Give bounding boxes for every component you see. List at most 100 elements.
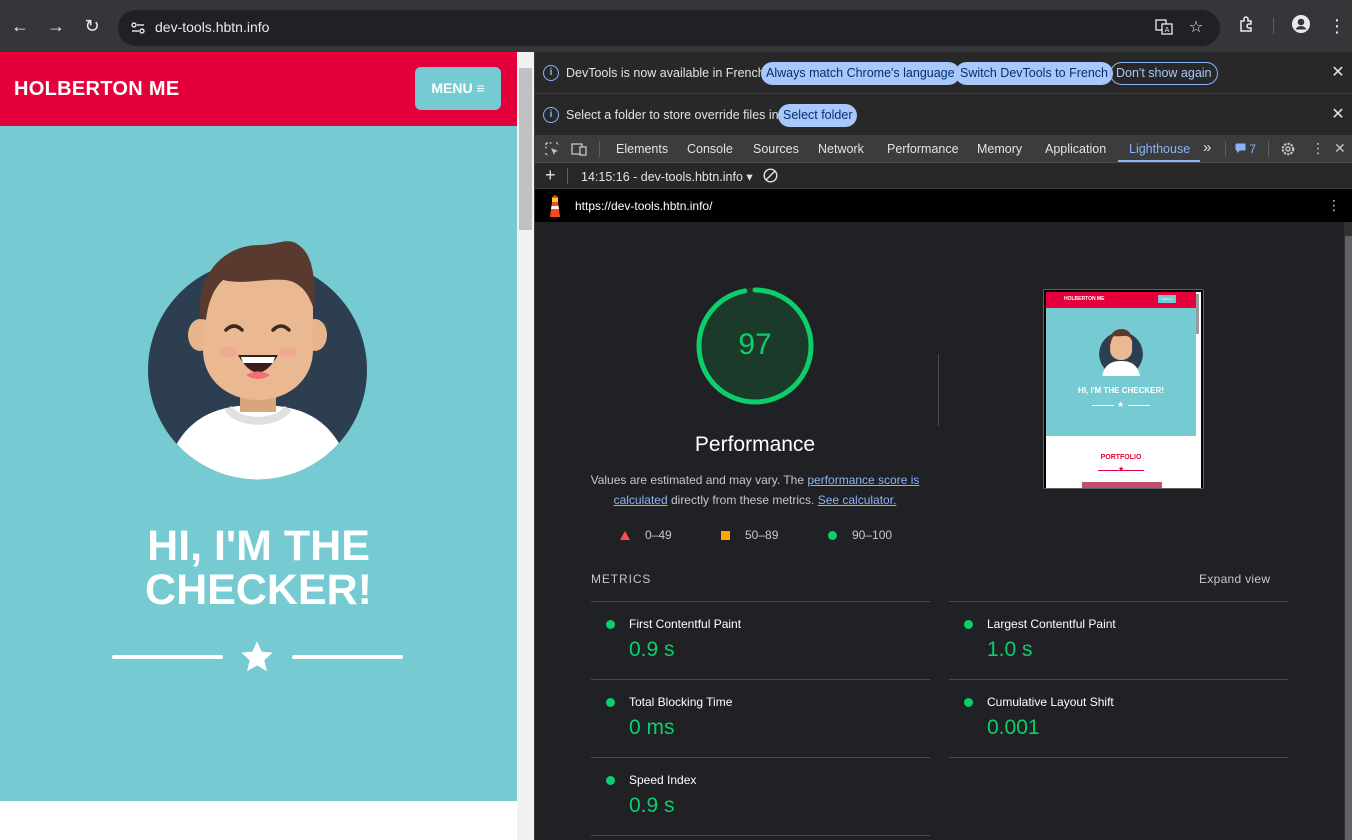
- thumbnail-page: HOLBERTON ME MENU ≡ HI, I'M THE CHECKER!…: [1046, 292, 1201, 488]
- thumbnail-hero-title: HI, I'M THE CHECKER!: [1078, 386, 1164, 395]
- language-infobar: i DevTools is now available in French! A…: [535, 52, 1352, 94]
- lighthouse-report: 97 Performance Values are estimated and …: [535, 222, 1352, 840]
- thumbnail-card: [1082, 482, 1162, 488]
- page-next-section: [0, 801, 517, 840]
- address-bar[interactable]: dev-tools.hbtn.info A ☆: [118, 10, 1220, 46]
- close-icon[interactable]: ✕: [1329, 64, 1347, 82]
- clear-reports-icon[interactable]: [763, 168, 778, 183]
- hero-title-line-2: CHECKER!: [145, 566, 372, 614]
- category-title: Performance: [694, 433, 816, 456]
- message-icon: [1235, 143, 1246, 153]
- hero-title-line-1: HI, I'M THE: [147, 522, 370, 570]
- profile-avatar-icon[interactable]: [1289, 14, 1313, 38]
- more-tabs-chevron-icon[interactable]: »: [1203, 139, 1211, 156]
- thumbnail-avatar: [1099, 329, 1143, 376]
- performance-description: Values are estimated and may vary. The p…: [585, 470, 925, 510]
- extensions-icon[interactable]: [1235, 14, 1259, 38]
- thumbnail-section-title: PORTFOLIO: [1100, 454, 1142, 461]
- legend-pass: 90–100: [852, 528, 893, 542]
- report-selector[interactable]: 14:15:16 - dev-tools.hbtn.info ▾: [581, 169, 753, 184]
- tab-application[interactable]: Application: [1045, 142, 1106, 156]
- active-tab-indicator: [1118, 160, 1200, 162]
- thumbnail-divider: [1092, 405, 1114, 406]
- metric-divider: [591, 757, 930, 758]
- tab-network[interactable]: Network: [818, 142, 864, 156]
- menu-button[interactable]: MENU ≡: [415, 67, 501, 110]
- devtools-panel: i DevTools is now available in French! A…: [534, 52, 1352, 840]
- tab-elements[interactable]: Elements: [616, 142, 668, 156]
- pass-dot-icon: [606, 620, 615, 629]
- metric-divider: [949, 601, 1288, 602]
- device-toolbar-icon[interactable]: [571, 141, 587, 157]
- site-brand[interactable]: HOLBERTON ME: [14, 78, 179, 101]
- avatar-illustration: [148, 241, 367, 480]
- chrome-menu-icon[interactable]: ⋮: [1325, 14, 1349, 38]
- metric-divider: [591, 835, 930, 836]
- tab-console[interactable]: Console: [687, 142, 733, 156]
- site-info-icon[interactable]: [128, 18, 148, 38]
- final-screenshot-thumbnail[interactable]: HOLBERTON ME MENU ≡ HI, I'M THE CHECKER!…: [1043, 289, 1204, 489]
- thumbnail-header: HOLBERTON ME MENU ≡: [1046, 292, 1196, 308]
- close-devtools-icon[interactable]: ✕: [1334, 140, 1346, 157]
- select-folder-button[interactable]: Select folder: [778, 104, 858, 127]
- metric-divider: [591, 601, 930, 602]
- settings-gear-icon[interactable]: [1280, 141, 1296, 157]
- toolbar-divider: [1273, 18, 1274, 34]
- metric-value-tbt: 0 ms: [629, 716, 675, 739]
- switch-to-french-button[interactable]: Switch DevTools to French: [955, 62, 1113, 85]
- tab-sources[interactable]: Sources: [753, 142, 799, 156]
- pass-dot-icon: [606, 698, 615, 707]
- browser-toolbar: ← → ↻ dev-tools.hbtn.info A ☆ ⋮: [0, 0, 1352, 52]
- toolbar-separator: [567, 168, 568, 184]
- close-icon[interactable]: ✕: [1329, 106, 1347, 124]
- report-scrollbar-thumb[interactable]: [1345, 236, 1352, 840]
- report-vertical-divider: [938, 354, 939, 426]
- always-match-language-button[interactable]: Always match Chrome's language: [761, 62, 960, 85]
- metrics-heading: METRICS: [591, 572, 652, 586]
- metric-name-fcp: First Contentful Paint: [629, 617, 742, 631]
- legend-fail: 0–49: [645, 528, 672, 542]
- pass-dot-icon: [964, 620, 973, 629]
- issues-count: 7: [1249, 142, 1257, 156]
- tab-performance[interactable]: Performance: [887, 142, 959, 156]
- thumbnail-hero: HI, I'M THE CHECKER! ★: [1046, 308, 1196, 436]
- translate-icon[interactable]: A: [1154, 18, 1174, 38]
- devtools-menu-icon[interactable]: ⋮: [1311, 140, 1325, 157]
- page-viewport: HOLBERTON ME MENU ≡ HI, I'M THE CHECKER!: [0, 52, 517, 840]
- reload-icon[interactable]: ↻: [80, 14, 104, 38]
- pass-circle-icon: [828, 531, 837, 540]
- page-scrollbar[interactable]: [517, 52, 534, 840]
- description-text: Values are estimated and may vary. The: [590, 473, 808, 487]
- address-url[interactable]: dev-tools.hbtn.info: [155, 19, 269, 35]
- legend-average: 50–89: [745, 528, 779, 542]
- pass-dot-icon: [606, 776, 615, 785]
- thumbnail-brand: HOLBERTON ME: [1064, 296, 1105, 302]
- site-header: HOLBERTON ME MENU ≡: [0, 52, 517, 126]
- expand-view-toggle[interactable]: Expand view: [1199, 572, 1270, 586]
- metric-value-fcp: 0.9 s: [629, 638, 675, 661]
- page-scrollbar-thumb[interactable]: [519, 68, 532, 230]
- tab-memory[interactable]: Memory: [977, 142, 1022, 156]
- forward-arrow-icon[interactable]: →: [44, 14, 68, 38]
- report-menu-icon[interactable]: ⋮: [1327, 197, 1341, 213]
- tab-separator: [1268, 141, 1269, 157]
- devtools-tabbar: Elements Console Sources Network Perform…: [535, 136, 1352, 163]
- bookmark-star-icon[interactable]: ☆: [1186, 18, 1206, 38]
- lighthouse-report-bar: + 14:15:16 - dev-tools.hbtn.info ▾: [535, 163, 1352, 189]
- calculator-link[interactable]: See calculator.: [818, 493, 897, 507]
- metric-name-lcp: Largest Contentful Paint: [987, 617, 1116, 631]
- thumbnail-section-star-icon: ★: [1118, 466, 1125, 473]
- inspect-element-icon[interactable]: [544, 141, 560, 157]
- thumbnail-menu: MENU ≡: [1158, 295, 1176, 303]
- new-report-plus-icon[interactable]: +: [545, 166, 556, 184]
- report-scrollbar[interactable]: [1344, 222, 1352, 840]
- back-arrow-icon[interactable]: ←: [8, 14, 32, 38]
- tab-lighthouse[interactable]: Lighthouse: [1129, 142, 1190, 156]
- info-icon: i: [543, 107, 559, 123]
- issues-badge[interactable]: 7: [1235, 142, 1256, 156]
- tab-separator: [599, 141, 600, 157]
- metric-value-lcp: 1.0 s: [987, 638, 1033, 661]
- overrides-infobar: i Select a folder to store override file…: [535, 94, 1352, 136]
- average-square-icon: [721, 531, 730, 540]
- dont-show-again-button[interactable]: Don't show again: [1110, 62, 1218, 85]
